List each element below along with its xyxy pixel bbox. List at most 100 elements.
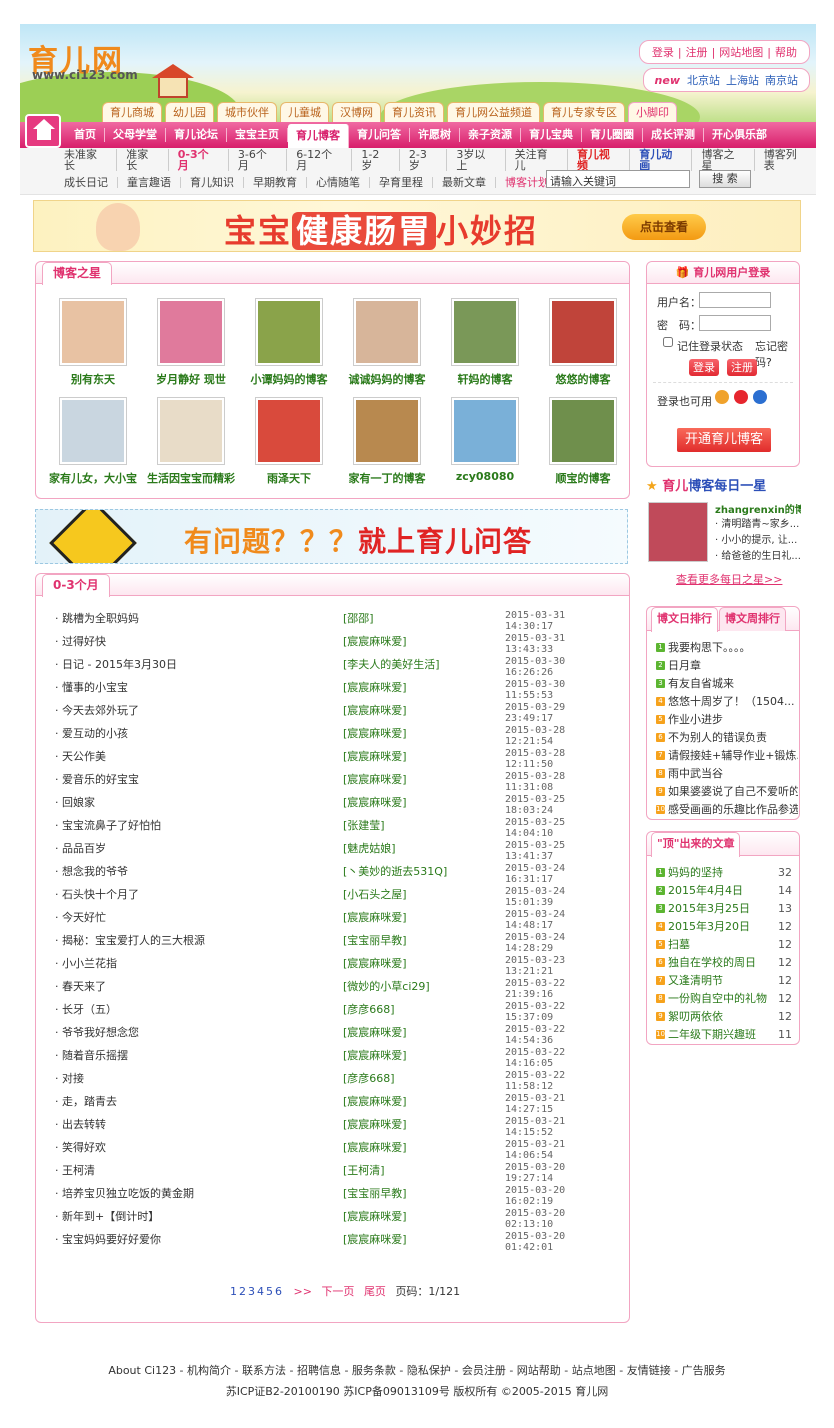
page-num[interactable]: 1 bbox=[230, 1285, 237, 1298]
subnav-item-active[interactable]: 0-3个月 bbox=[169, 148, 229, 171]
subnav-item[interactable]: 孕育里程 bbox=[370, 177, 433, 188]
remember-checkbox[interactable] bbox=[663, 337, 673, 347]
article-author[interactable]: [宸宸麻咪爱] bbox=[343, 771, 407, 787]
rank-title[interactable]: 有友自省城来 bbox=[668, 677, 734, 690]
article-title[interactable]: · 出去转转 bbox=[55, 1116, 106, 1132]
blog-star[interactable]: 雨泽天下 bbox=[240, 397, 338, 486]
blog-star[interactable]: 小谭妈妈的博客 bbox=[240, 298, 338, 387]
rank-title[interactable]: 独自在学校的周日 bbox=[668, 956, 756, 969]
rank-title[interactable]: 作业小进步 bbox=[668, 713, 723, 726]
blog-star[interactable]: 轩妈的博客 bbox=[436, 298, 534, 387]
rank-item[interactable]: 3 2015年3月25日 13 bbox=[656, 900, 792, 918]
login-button[interactable]: 登录 bbox=[689, 359, 719, 376]
article-title[interactable]: · 今天去郊外玩了 bbox=[55, 702, 139, 718]
subnav-item[interactable]: 2-3岁 bbox=[400, 148, 448, 171]
nav-item[interactable]: 宝宝主页 bbox=[227, 128, 288, 142]
star-name[interactable]: zcy08080 bbox=[436, 470, 534, 483]
star-avatar[interactable] bbox=[353, 298, 421, 366]
article-author[interactable]: [宸宸麻咪爱] bbox=[343, 1093, 407, 1109]
rank-item[interactable]: 9 絮叨两依依 12 bbox=[656, 1008, 792, 1026]
rank-item[interactable]: 7 请假接娃+辅导作业+锻炼... bbox=[656, 747, 798, 765]
sitemap-link[interactable]: 网站地图 bbox=[719, 46, 763, 59]
qq-login-icon[interactable] bbox=[715, 390, 729, 404]
page-num[interactable]: 6 bbox=[275, 1285, 282, 1298]
subnav-item[interactable]: 3岁以上 bbox=[447, 148, 506, 171]
blog-star[interactable]: 悠悠的博客 bbox=[534, 298, 632, 387]
rank-title[interactable]: 又逢清明节 bbox=[668, 974, 723, 987]
subnav-item[interactable]: 早期教育 bbox=[244, 177, 307, 188]
article-author[interactable]: [宸宸麻咪爱] bbox=[343, 955, 407, 971]
blog-star[interactable]: 岁月静好 现世 bbox=[142, 298, 240, 387]
star-name[interactable]: 顺宝的博客 bbox=[534, 470, 632, 486]
article-author[interactable]: [魅虎姑娘] bbox=[343, 840, 396, 856]
rank-item[interactable]: 6 不为别人的错误负责 bbox=[656, 729, 798, 747]
article-author[interactable]: [宸宸麻咪爱] bbox=[343, 1024, 407, 1040]
rank-item[interactable]: 5 扫墓 12 bbox=[656, 936, 792, 954]
page-num[interactable]: 4 bbox=[257, 1285, 264, 1298]
channel-tab[interactable]: 育儿资讯 bbox=[384, 102, 444, 122]
rank-item[interactable]: 4 悠悠十周岁了！（1504... bbox=[656, 693, 798, 711]
star-avatar[interactable] bbox=[451, 298, 519, 366]
blog-star[interactable]: 家有儿女，大小宝 bbox=[44, 397, 142, 486]
article-title[interactable]: · 石头快十个月了 bbox=[55, 886, 139, 902]
article-title[interactable]: · 爷爷我好想念您 bbox=[55, 1024, 139, 1040]
promo-banner-gut-health[interactable]: 宝宝 健康肠胃 小妙招 点击查看 bbox=[33, 200, 801, 252]
subnav-item[interactable]: 最新文章 bbox=[433, 177, 496, 188]
article-title[interactable]: · 小小兰花指 bbox=[55, 955, 117, 971]
article-title[interactable]: · 对接 bbox=[55, 1070, 84, 1086]
next-arrows[interactable]: >> bbox=[294, 1285, 312, 1298]
article-title[interactable]: · 品品百岁 bbox=[55, 840, 106, 856]
rank-title[interactable]: 日月章 bbox=[668, 659, 701, 672]
blog-star[interactable]: 诚诚妈妈的博客 bbox=[338, 298, 436, 387]
rank-title[interactable]: 悠悠十周岁了！（1504... bbox=[668, 695, 794, 708]
blog-star[interactable]: zcy08080 bbox=[436, 397, 534, 483]
star-name[interactable]: 别有东天 bbox=[44, 371, 142, 387]
nav-item[interactable]: 育儿问答 bbox=[349, 128, 410, 142]
nav-blog-active[interactable]: 育儿博客 bbox=[288, 124, 349, 148]
article-author[interactable]: [宸宸麻咪爱] bbox=[343, 1139, 407, 1155]
article-title[interactable]: · 长牙（五） bbox=[55, 1001, 117, 1017]
article-author[interactable]: [宸宸麻咪爱] bbox=[343, 679, 407, 695]
subnav-item[interactable]: 准家长 bbox=[117, 148, 169, 171]
star-avatar[interactable] bbox=[59, 298, 127, 366]
rank-item[interactable]: 1 妈妈的坚持 32 bbox=[656, 864, 792, 882]
subnav-item[interactable]: 1-2岁 bbox=[352, 148, 400, 171]
register-link[interactable]: 注册 bbox=[686, 46, 708, 59]
rank-title[interactable]: 2015年3月20日 bbox=[668, 920, 750, 933]
banner-view-button[interactable]: 点击查看 bbox=[622, 214, 706, 240]
star-avatar[interactable] bbox=[59, 397, 127, 465]
nav-item[interactable]: 亲子资源 bbox=[460, 128, 521, 142]
tab-weekly-rank[interactable]: 博文周排行 bbox=[719, 607, 786, 631]
blog-star[interactable]: 别有东天 bbox=[44, 298, 142, 387]
city-shanghai[interactable]: 上海站 bbox=[726, 74, 759, 87]
subnav-item[interactable]: 博客列表 bbox=[755, 149, 816, 171]
article-title[interactable]: · 跳槽为全职妈妈 bbox=[55, 610, 139, 626]
rank-title[interactable]: 请假接娃+辅导作业+锻炼... bbox=[668, 749, 798, 762]
weibo-login-icon[interactable] bbox=[734, 390, 748, 404]
page-num[interactable]: 2 bbox=[239, 1285, 246, 1298]
nav-item[interactable]: 育儿宝典 bbox=[521, 128, 582, 142]
city-beijing[interactable]: 北京站 bbox=[687, 74, 720, 87]
article-title[interactable]: · 过得好快 bbox=[55, 633, 106, 649]
rank-item[interactable]: 3 有友自省城来 bbox=[656, 675, 798, 693]
channel-tab[interactable]: 幼儿园 bbox=[165, 102, 214, 122]
subnav-item[interactable]: 6-12个月 bbox=[287, 148, 353, 171]
channel-tab[interactable]: 育儿商城 bbox=[102, 102, 162, 122]
star-avatar[interactable] bbox=[549, 397, 617, 465]
rank-title[interactable]: 妈妈的坚持 bbox=[668, 866, 723, 879]
star-avatar[interactable] bbox=[157, 298, 225, 366]
subnav-item[interactable]: 育儿动画 bbox=[630, 148, 693, 171]
rank-item[interactable]: 9 如果婆婆说了自己不爱听的... bbox=[656, 783, 798, 801]
rank-item[interactable]: 7 又逢清明节 12 bbox=[656, 972, 792, 990]
help-link[interactable]: 帮助 bbox=[775, 46, 797, 59]
rank-title[interactable]: 如果婆婆说了自己不爱听的... bbox=[668, 785, 798, 798]
other-login-icon[interactable] bbox=[753, 390, 767, 404]
article-author[interactable]: [小石头之屋] bbox=[343, 886, 407, 902]
star-name[interactable]: 家有一丁的博客 bbox=[338, 470, 436, 486]
subnav-item[interactable]: 育儿知识 bbox=[181, 177, 244, 188]
star-name[interactable]: 雨泽天下 bbox=[240, 470, 338, 486]
star-avatar[interactable] bbox=[451, 397, 519, 465]
channel-tab[interactable]: 育儿网公益频道 bbox=[447, 102, 540, 122]
channel-tab[interactable]: 小脚印 bbox=[628, 102, 677, 122]
rank-title[interactable]: 2015年3月25日 bbox=[668, 902, 750, 915]
